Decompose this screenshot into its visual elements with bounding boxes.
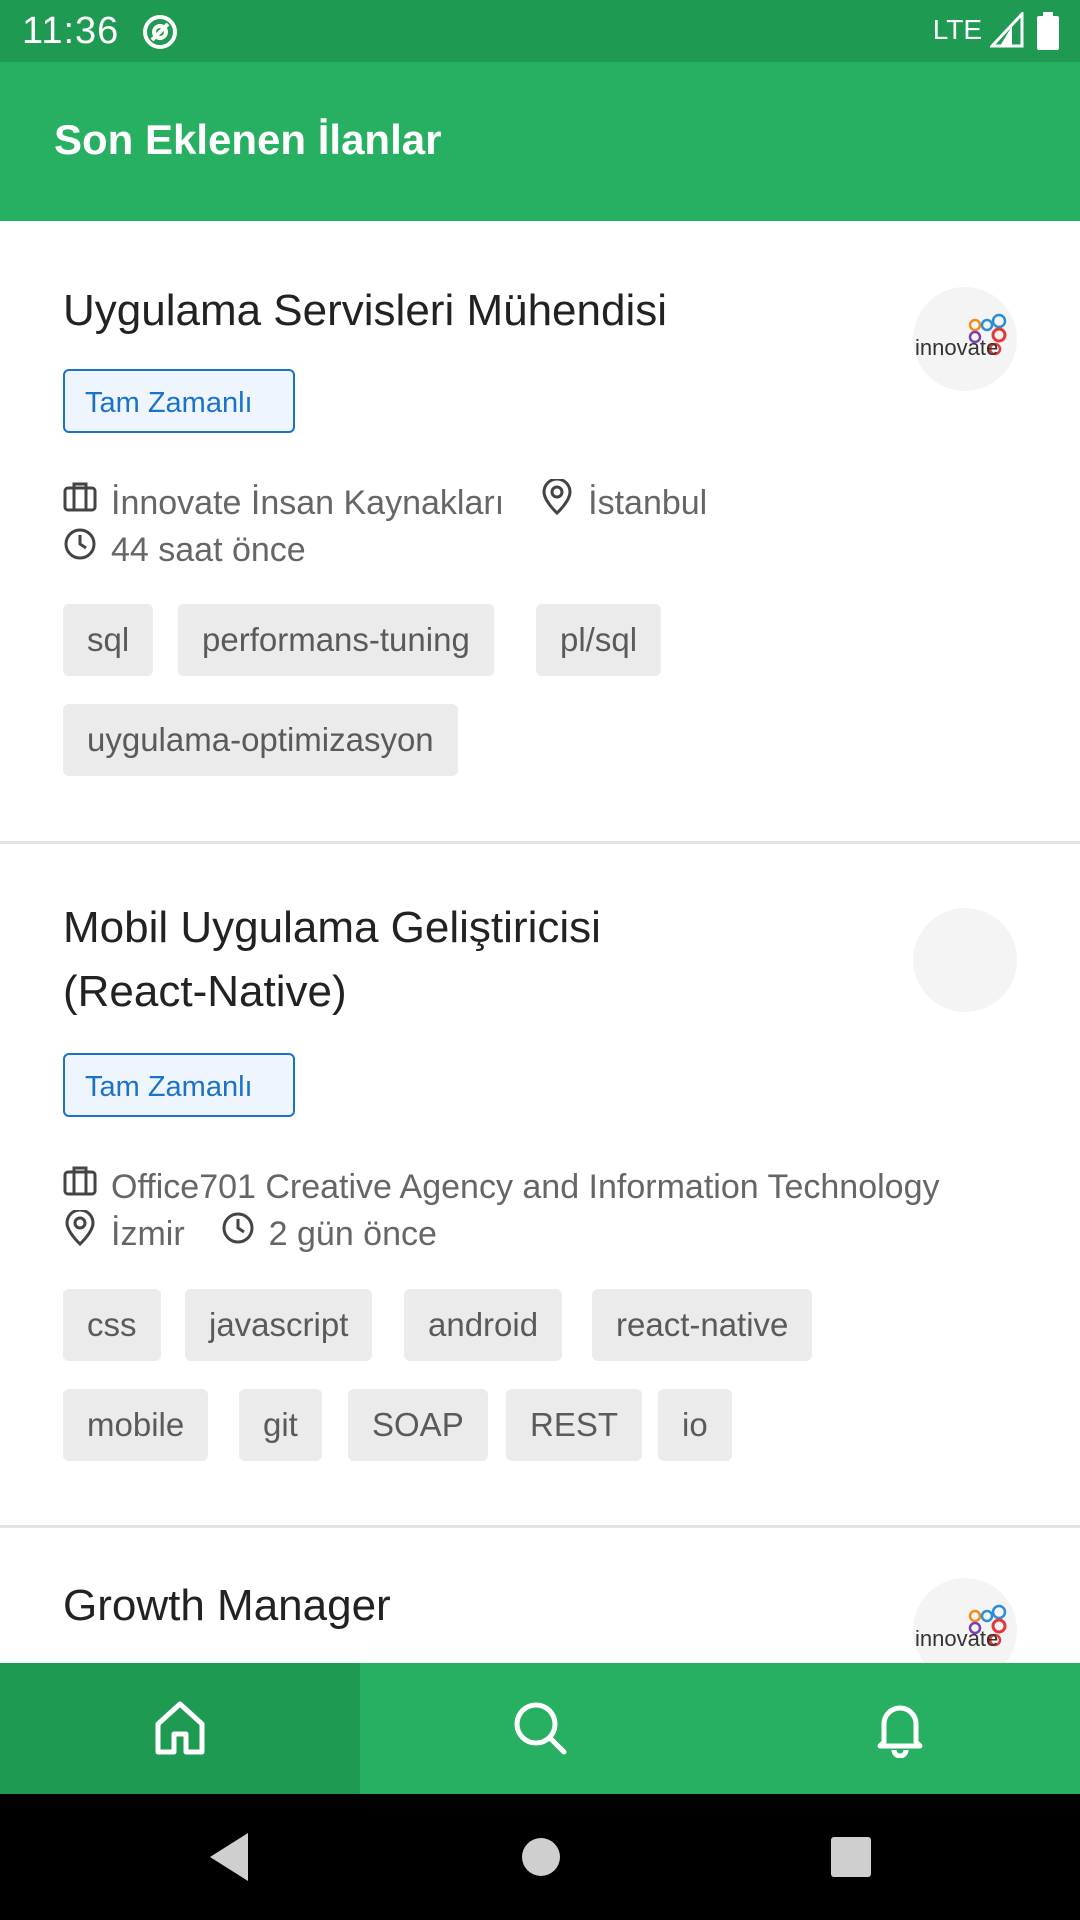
company-logo: innovate (913, 287, 1017, 391)
company-name: İnnovate İnsan Kaynakları (111, 484, 505, 523)
at-sign-icon (140, 12, 180, 57)
tag[interactable]: REST (506, 1389, 643, 1461)
battery-icon (1036, 12, 1060, 55)
job-meta-row: İnnovate İnsan Kaynakları İstanbul (63, 477, 707, 525)
network-type: LTE (932, 14, 982, 45)
job-title: Mobil Uygulama Geliştiricisi (React-Nati… (63, 903, 601, 1016)
job-type-badge: Tam Zamanlı (63, 1053, 295, 1117)
app-bar: Son Eklenen İlanlar (0, 62, 1080, 221)
system-navigation-bar (0, 1794, 1080, 1920)
tag[interactable]: css (63, 1289, 161, 1361)
location-pin-icon (540, 477, 574, 528)
tag[interactable]: io (658, 1389, 732, 1461)
tag[interactable]: mobile (63, 1389, 209, 1461)
job-meta-row: Office701 Creative Agency and Informatio… (63, 1161, 939, 1209)
tag[interactable]: SOAP (348, 1389, 488, 1461)
page-title: Son Eklenen İlanlar (54, 116, 442, 163)
search-icon (514, 1702, 567, 1755)
bell-icon (877, 1705, 923, 1758)
job-card[interactable]: Mobil Uygulama Geliştiricisi (React-Nati… (0, 844, 1080, 1528)
status-bar: 11:36 LTE (0, 0, 1080, 62)
bottom-navigation (0, 1663, 1080, 1794)
tag[interactable]: sql (63, 604, 154, 676)
tag[interactable]: javascript (185, 1289, 373, 1361)
job-posted-time: 44 saat önce (111, 531, 306, 570)
logo-wordmark: innovate (915, 335, 998, 360)
location-pin-icon (63, 1208, 97, 1259)
job-location: İstanbul (588, 484, 708, 523)
signal-icon (988, 10, 1024, 53)
home-icon (155, 1701, 205, 1755)
briefcase-icon (63, 479, 97, 527)
tag[interactable]: uygulama-optimizasyon (63, 704, 458, 776)
job-posted-row: 44 saat önce (63, 524, 306, 572)
job-location-row: İzmir 2 gün önce (63, 1208, 437, 1256)
job-list[interactable]: Uygulama Servisleri Mühendisi innovate T… (0, 221, 1080, 1663)
briefcase-icon (63, 1163, 97, 1211)
company-logo (913, 908, 1017, 1012)
tag[interactable]: git (239, 1389, 322, 1461)
nav-search[interactable] (360, 1663, 720, 1794)
company-logo: innovate (913, 1578, 1017, 1663)
tag[interactable]: android (404, 1289, 563, 1361)
tag[interactable]: pl/sql (536, 604, 662, 676)
job-card[interactable]: Uygulama Servisleri Mühendisi innovate T… (0, 221, 1080, 844)
tag[interactable]: performans-tuning (178, 604, 494, 676)
back-icon[interactable] (204, 1829, 254, 1885)
job-title: Uygulama Servisleri Mühendisi (63, 286, 668, 335)
logo-wordmark: innovate (915, 1626, 998, 1651)
job-card[interactable]: Growth Manager innovate (0, 1528, 1080, 1663)
tag[interactable]: react-native (592, 1289, 813, 1361)
home-circle-icon[interactable] (516, 1829, 566, 1885)
company-name: Office701 Creative Agency and Informatio… (111, 1168, 940, 1207)
clock-icon (63, 526, 97, 574)
recents-icon[interactable] (826, 1829, 876, 1885)
nav-home[interactable] (0, 1663, 360, 1794)
clock-icon (221, 1210, 255, 1258)
job-type-badge: Tam Zamanlı (63, 369, 295, 433)
job-posted-time: 2 gün önce (268, 1215, 437, 1254)
job-title: Growth Manager (63, 1581, 391, 1630)
status-time: 11:36 (22, 10, 120, 52)
nav-notifications[interactable] (720, 1663, 1080, 1794)
job-location: İzmir (111, 1215, 185, 1254)
